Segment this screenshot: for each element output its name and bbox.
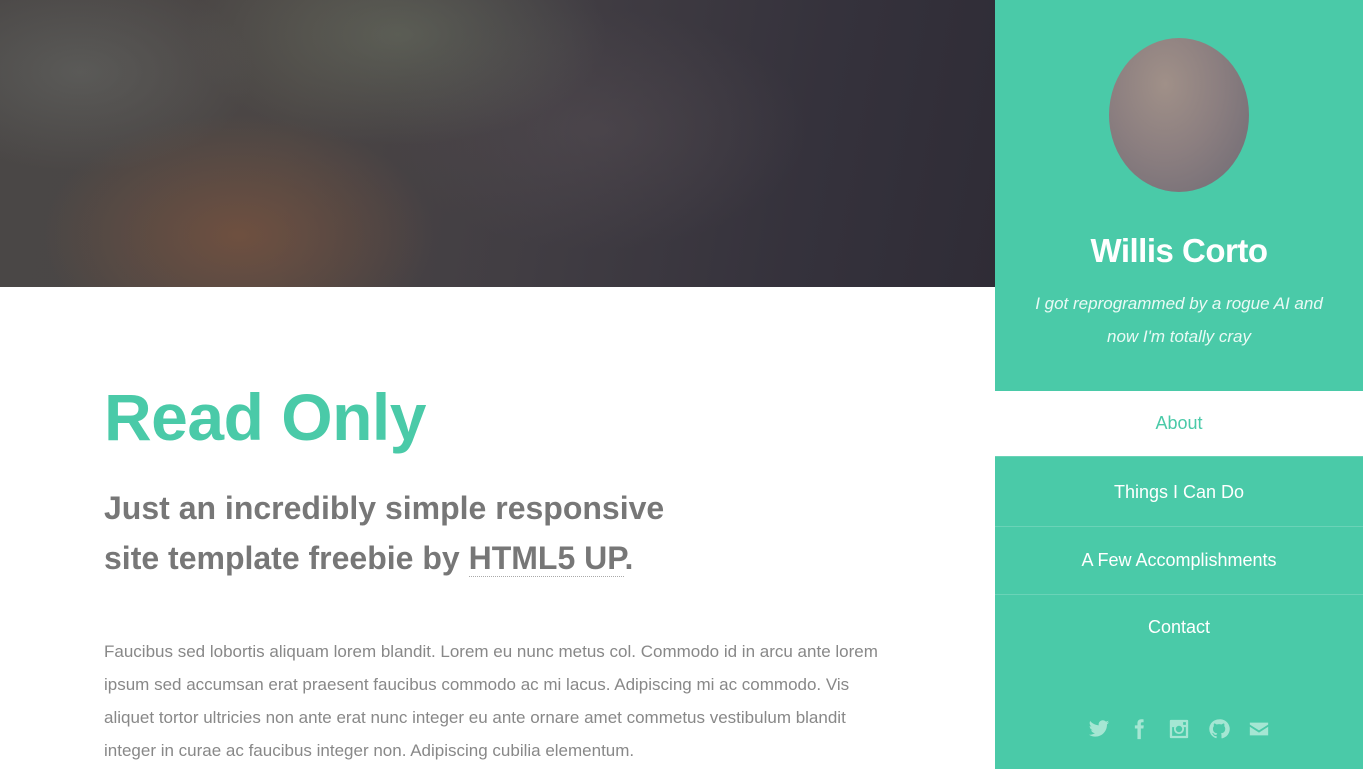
intro-paragraph: Faucibus sed lobortis aliquam lorem blan…: [104, 642, 878, 760]
page-title: Read Only: [104, 380, 426, 454]
avatar: [1109, 38, 1249, 192]
instagram-icon[interactable]: [1167, 716, 1191, 742]
envelope-icon[interactable]: [1247, 716, 1271, 742]
nav-item-things-i-can-do[interactable]: Things I Can Do: [995, 456, 1363, 526]
sidebar: Willis Corto I got reprogrammed by a rog…: [995, 0, 1363, 769]
social-links: [995, 716, 1363, 742]
sidebar-nav: About Things I Can Do A Few Accomplishme…: [995, 391, 1363, 662]
nav-item-label: Things I Can Do: [1113, 482, 1245, 502]
subtitle-suffix: .: [624, 540, 634, 576]
profile-tagline: I got reprogrammed by a rogue AI and now…: [1035, 294, 1323, 346]
nav-item-accomplishments[interactable]: A Few Accomplishments: [995, 526, 1363, 594]
twitter-icon[interactable]: [1087, 716, 1111, 742]
nav-item-contact[interactable]: Contact: [995, 594, 1363, 662]
facebook-icon[interactable]: [1127, 716, 1151, 742]
nav-item-label: About: [1155, 413, 1203, 433]
nav-item-about[interactable]: About: [995, 391, 1363, 456]
header-banner-image: [0, 0, 995, 287]
nav-item-label: A Few Accomplishments: [1081, 550, 1277, 570]
profile-name: Willis Corto: [1090, 232, 1268, 269]
subtitle: Just an incredibly simple responsive sit…: [104, 483, 724, 583]
github-icon[interactable]: [1207, 716, 1231, 742]
nav-item-label: Contact: [1147, 617, 1211, 637]
html5up-link[interactable]: HTML5 UP: [468, 540, 625, 577]
